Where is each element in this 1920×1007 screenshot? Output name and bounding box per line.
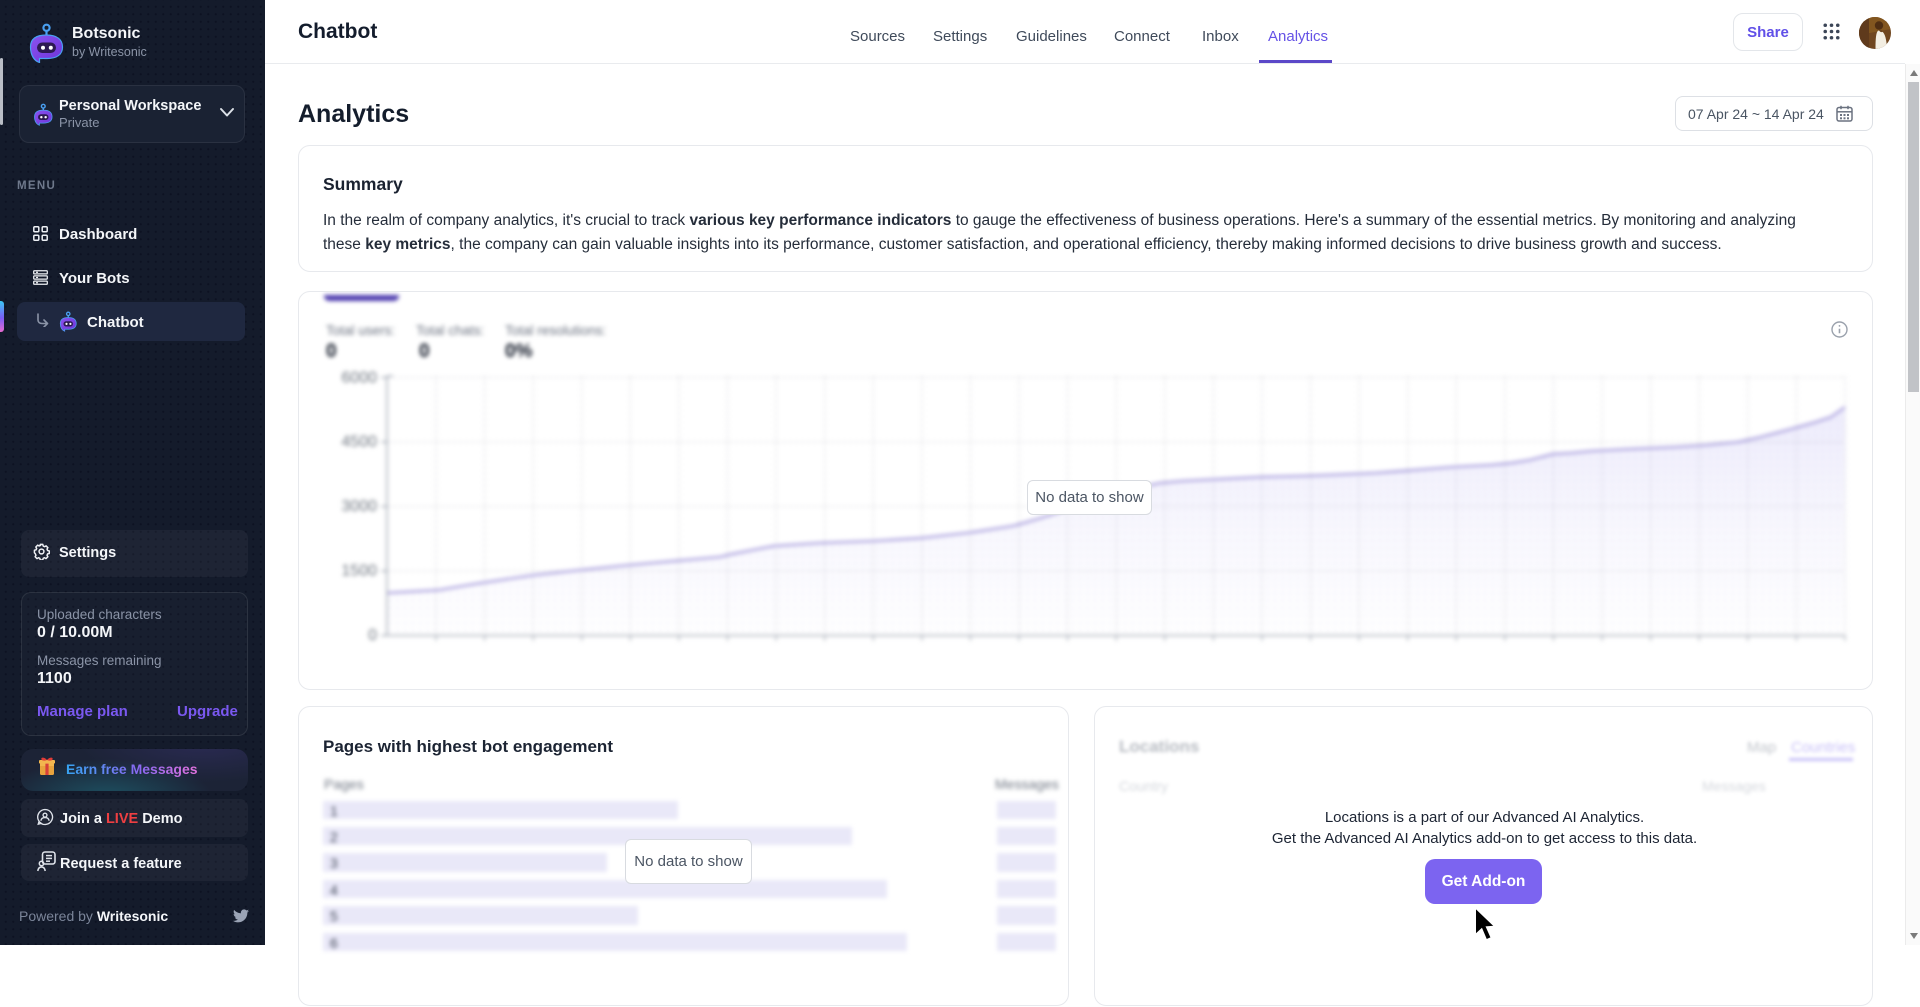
svg-text:6000: 6000 xyxy=(341,370,377,387)
svg-text:4500: 4500 xyxy=(341,434,377,451)
svg-text:3000: 3000 xyxy=(341,498,377,515)
svg-text:0: 0 xyxy=(368,627,377,644)
svg-text:1500: 1500 xyxy=(341,563,377,580)
